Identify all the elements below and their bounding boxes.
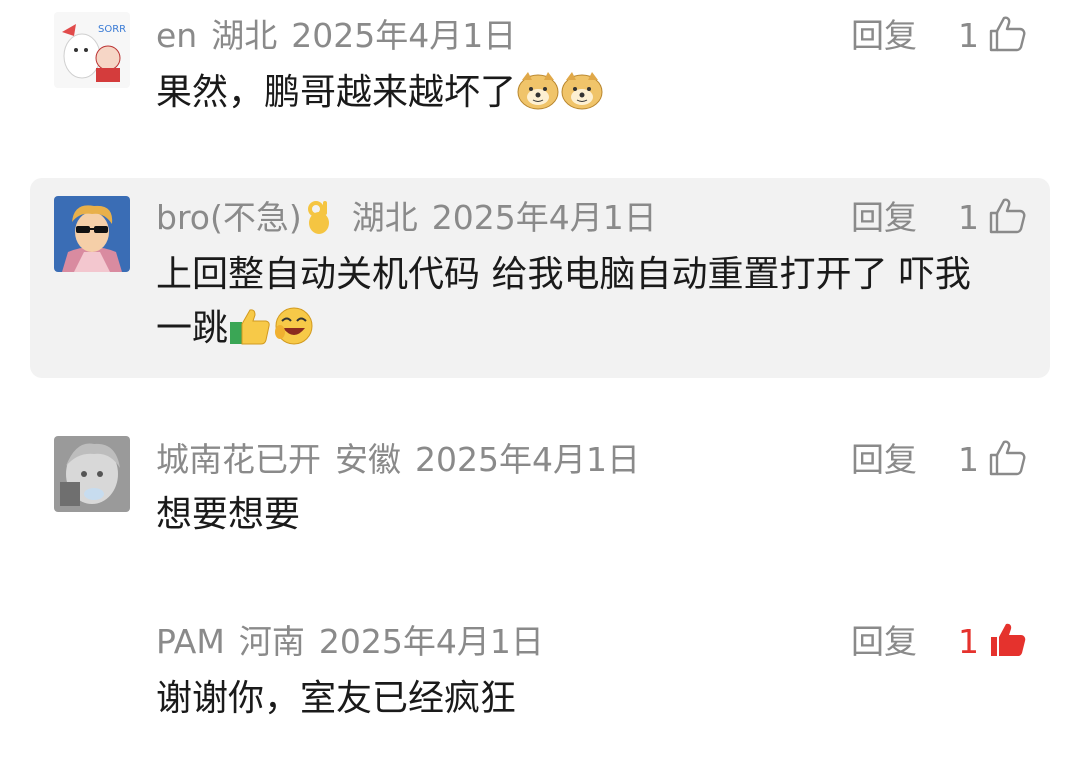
reply-button[interactable]: 回复 [851,198,917,238]
date: 2025年4月1日 [415,440,640,479]
comment-item: 城南花已开 安徽 2025年4月1日 回复 1 想要想要 [0,420,1080,570]
comment-text: 想要想要 [156,494,301,535]
location: 河南 [238,622,305,661]
comment-meta: PAM 河南 2025年4月1日 [156,622,558,662]
username[interactable]: PAM [156,622,225,661]
location: 湖北 [351,198,418,237]
comment-text: 谢谢你，室友已经疯狂 [156,678,517,719]
avatar[interactable] [54,436,130,512]
comment-item: SORR en 湖北 2025年4月1日 回复 1 果然，鹏哥越来越坏了 [0,0,1080,170]
thumbs-up-icon[interactable] [987,14,1027,54]
like-count: 1 [958,622,979,661]
like-count: 1 [958,16,979,55]
comment-text-content: 果然，鹏哥越来越坏了 [156,72,517,113]
thumbs-up-icon[interactable] [987,196,1027,236]
username[interactable]: bro(不急) [156,198,302,237]
ok-hand-emoji-icon [306,199,332,244]
thumbs-up-filled-icon[interactable] [987,620,1027,660]
comment-text-content: 一跳 [156,308,229,349]
comment-text: 果然，鹏哥越来越坏了 [156,66,1036,126]
comment-text-line: 上回整自动关机代码 给我电脑自动重置打开了 吓我 [156,254,971,295]
comment-item-highlighted: bro(不急) 湖北 2025年4月1日 回复 1 上回整自动关机代码 给我电脑自动… [30,178,1050,378]
location: 安徽 [335,440,401,479]
reply-button[interactable]: 回复 [851,622,917,662]
date: 2025年4月1日 [431,198,657,237]
thumbs-up-icon[interactable] [987,438,1027,478]
laughing-face-emoji-icon [272,306,316,362]
thumbs-up-emoji-icon [228,306,272,362]
svg-text:SORR: SORR [98,24,126,35]
like-count: 1 [958,440,979,479]
location: 湖北 [211,16,278,55]
username[interactable]: 城南花已开 [156,440,321,479]
comment-meta: bro(不急) 湖北 2025年4月1日 [156,198,671,238]
username[interactable]: en [156,16,197,55]
reply-button[interactable]: 回复 [851,16,917,56]
date: 2025年4月1日 [291,16,517,55]
date: 2025年4月1日 [318,622,544,661]
comment-item: PAM 河南 2025年4月1日 回复 1 谢谢你，室友已经疯狂 [0,600,1080,767]
reply-button[interactable]: 回复 [851,440,917,480]
comment-text: 上回整自动关机代码 给我电脑自动重置打开了 吓我 一跳 [156,248,1046,362]
avatar[interactable] [54,196,130,272]
doge-emoji-icon [516,70,560,126]
doge-emoji-icon [560,70,604,126]
like-count: 1 [958,198,979,237]
avatar[interactable]: SORR [54,12,130,88]
comment-meta: 城南花已开 安徽 2025年4月1日 [156,440,654,480]
comment-meta: en 湖北 2025年4月1日 [156,16,530,56]
comment-text-line: 一跳 [156,302,1046,362]
